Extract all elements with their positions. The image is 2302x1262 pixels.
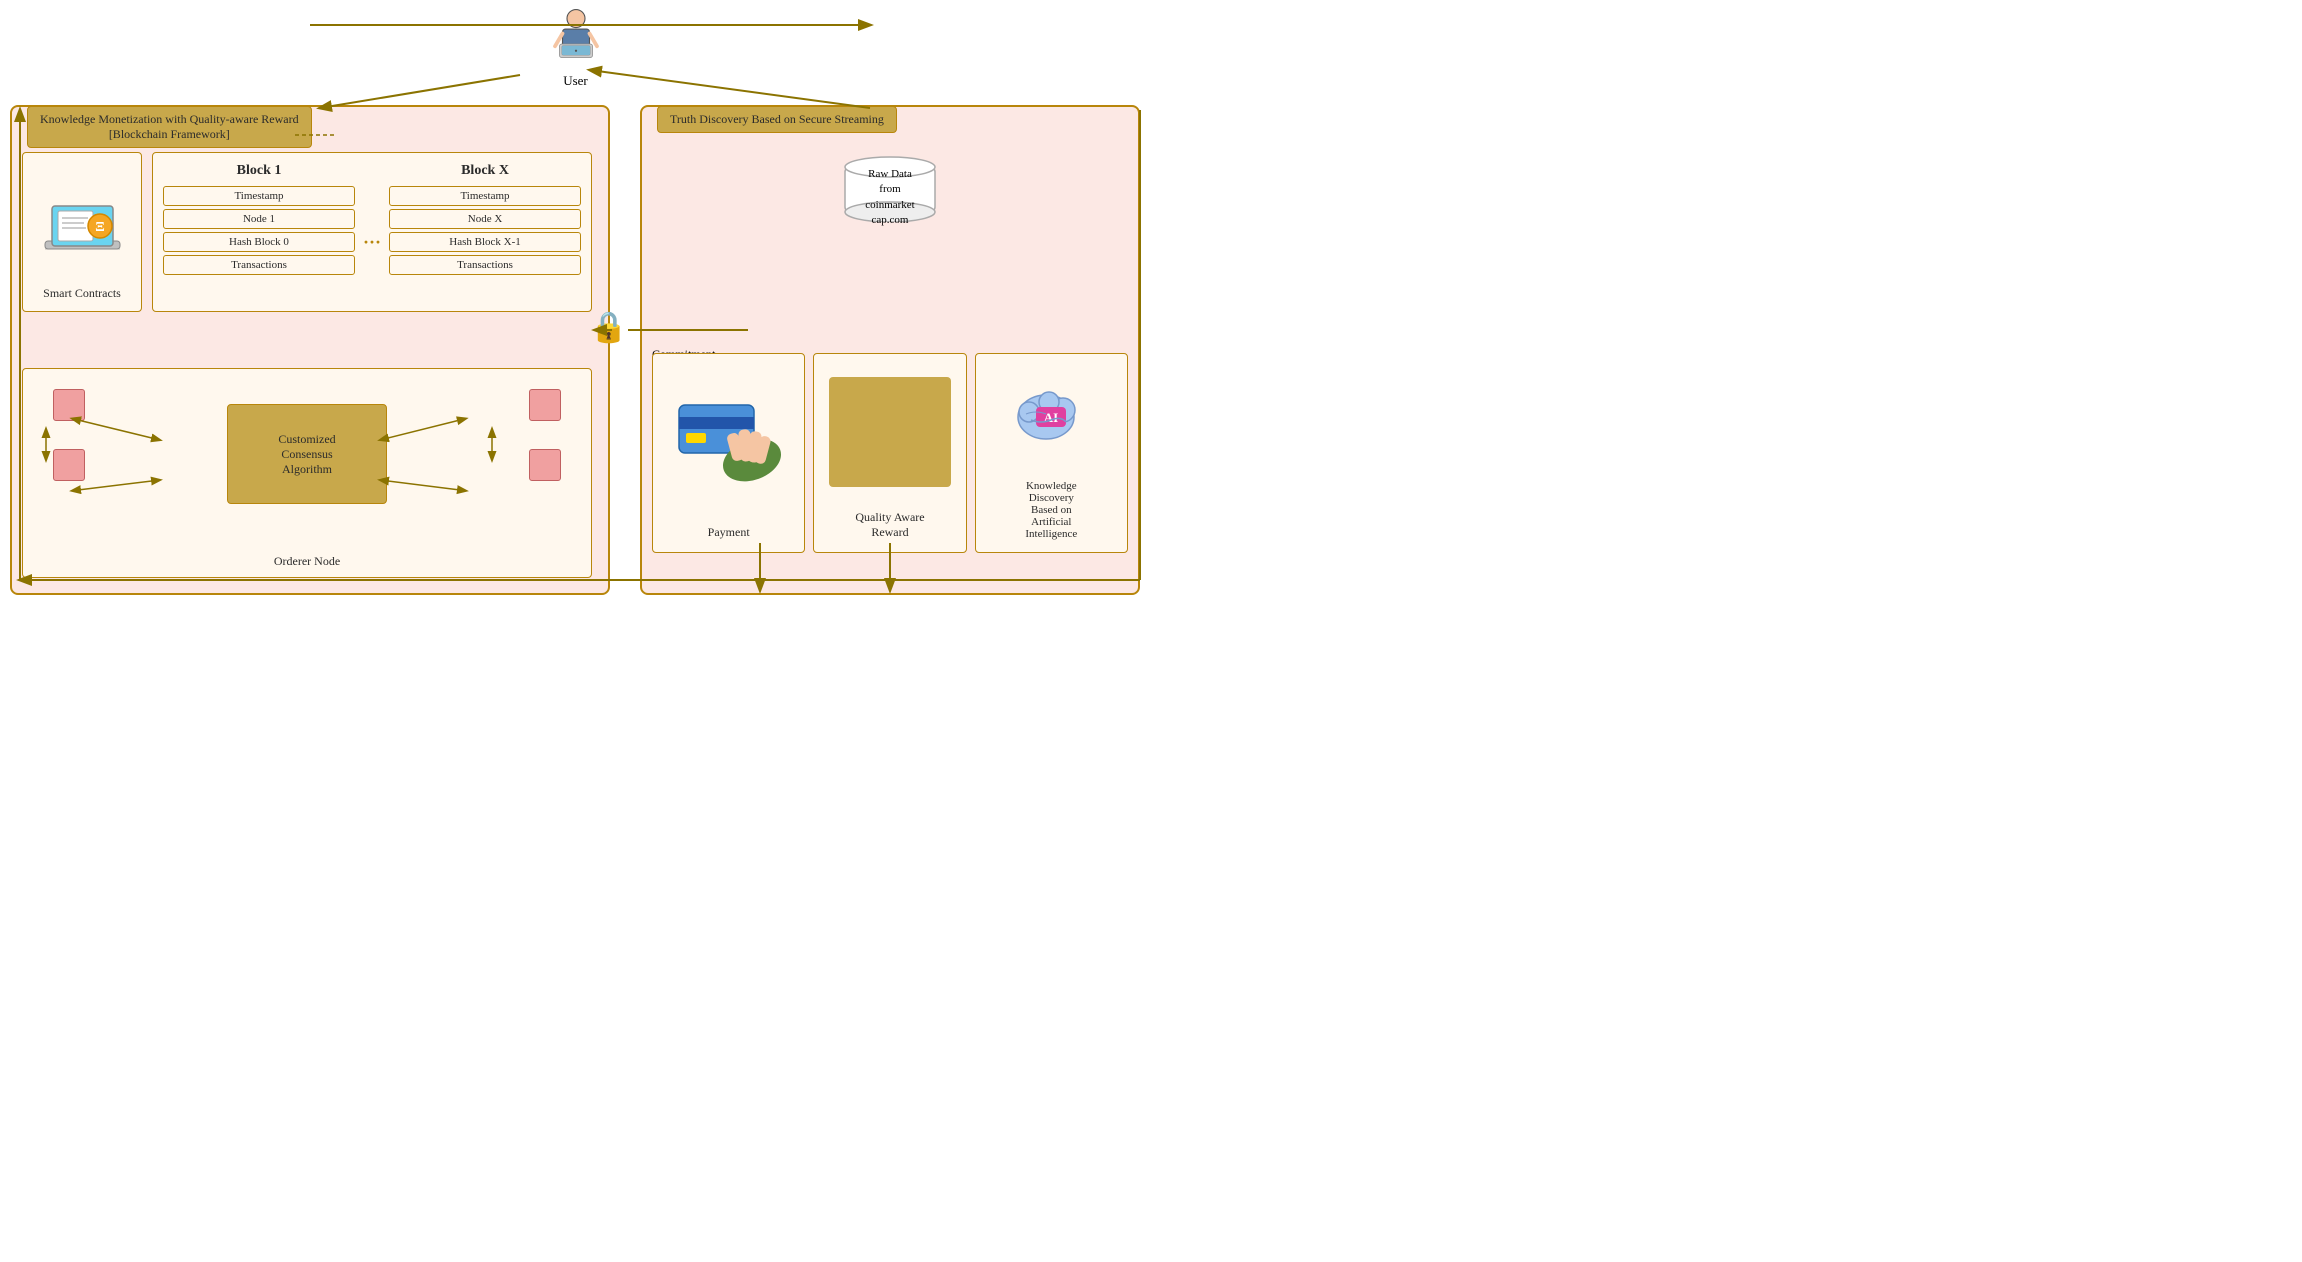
orderer-area: Customized Consensus Algorithm Orderer N…: [22, 368, 592, 578]
blocks-area: Block 1 Timestamp Node 1 Hash Block 0 Tr…: [152, 152, 592, 312]
block-separator: ···: [363, 163, 381, 301]
blockX-row-3: Transactions: [389, 255, 581, 275]
quality-reward-card: Quality Aware Reward: [813, 353, 966, 553]
ai-brain-icon: AI: [1011, 382, 1091, 452]
quality-reward-icon-area: [814, 354, 965, 510]
cube-tr: [529, 389, 561, 421]
right-frame-title: Truth Discovery Based on Secure Streamin…: [657, 106, 897, 133]
quality-reward-label: Quality Aware Reward: [855, 510, 924, 540]
diagram: User Knowledge Monetization with Quality…: [0, 0, 1151, 631]
block1-row-2: Hash Block 0: [163, 232, 355, 252]
payment-label: Payment: [708, 525, 750, 540]
user-figure: User: [536, 5, 616, 89]
svg-text:AI: AI: [1044, 410, 1058, 425]
raw-data-label: Raw Datafromcoinmarketcap.com: [835, 167, 945, 229]
block1-row-3: Transactions: [163, 255, 355, 275]
knowledge-discovery-icon-area: AI: [976, 354, 1127, 480]
payment-icon-area: [653, 354, 804, 525]
left-frame: Knowledge Monetization with Quality-awar…: [10, 105, 610, 595]
consensus-box: Customized Consensus Algorithm: [227, 404, 387, 504]
left-frame-title: Knowledge Monetization with Quality-awar…: [27, 106, 312, 148]
smart-contracts-box: Ξ Smart Contracts: [22, 152, 142, 312]
smart-contracts-label: Smart Contracts: [43, 286, 121, 301]
blockX-row-0: Timestamp: [389, 186, 581, 206]
cube-bl: [53, 449, 85, 481]
quality-reward-placeholder: [829, 377, 950, 486]
blockX-row-2: Hash Block X-1: [389, 232, 581, 252]
blockX-row-1: Node X: [389, 209, 581, 229]
right-frame: Truth Discovery Based on Secure Streamin…: [640, 105, 1140, 595]
payment-card: Payment: [652, 353, 805, 553]
smart-contracts-icon: Ξ: [40, 196, 125, 286]
consensus-label: Customized Consensus Algorithm: [278, 432, 335, 477]
orderer-label: Orderer Node: [274, 554, 340, 569]
svg-text:Ξ: Ξ: [95, 220, 104, 235]
block1-column: Block 1 Timestamp Node 1 Hash Block 0 Tr…: [163, 163, 355, 301]
block1-title: Block 1: [163, 163, 355, 179]
knowledge-label: Knowledge Discovery Based on Artificial …: [1025, 480, 1077, 540]
raw-data-container: Raw Datafromcoinmarketcap.com: [835, 152, 945, 227]
blockX-title: Block X: [389, 163, 581, 179]
blockX-column: Block X Timestamp Node X Hash Block X-1 …: [389, 163, 581, 301]
user-label: User: [536, 73, 616, 89]
cube-tl: [53, 389, 85, 421]
block1-row-0: Timestamp: [163, 186, 355, 206]
payment-icon: [674, 395, 784, 485]
knowledge-discovery-card: AI Knowledge Discovery Based on Artifici…: [975, 353, 1128, 553]
user-icon: [546, 5, 606, 65]
bottom-cards: Payment Quality Aware Reward: [652, 353, 1128, 553]
lock-icon: 🔒: [590, 310, 627, 345]
block1-row-1: Node 1: [163, 209, 355, 229]
cube-br: [529, 449, 561, 481]
